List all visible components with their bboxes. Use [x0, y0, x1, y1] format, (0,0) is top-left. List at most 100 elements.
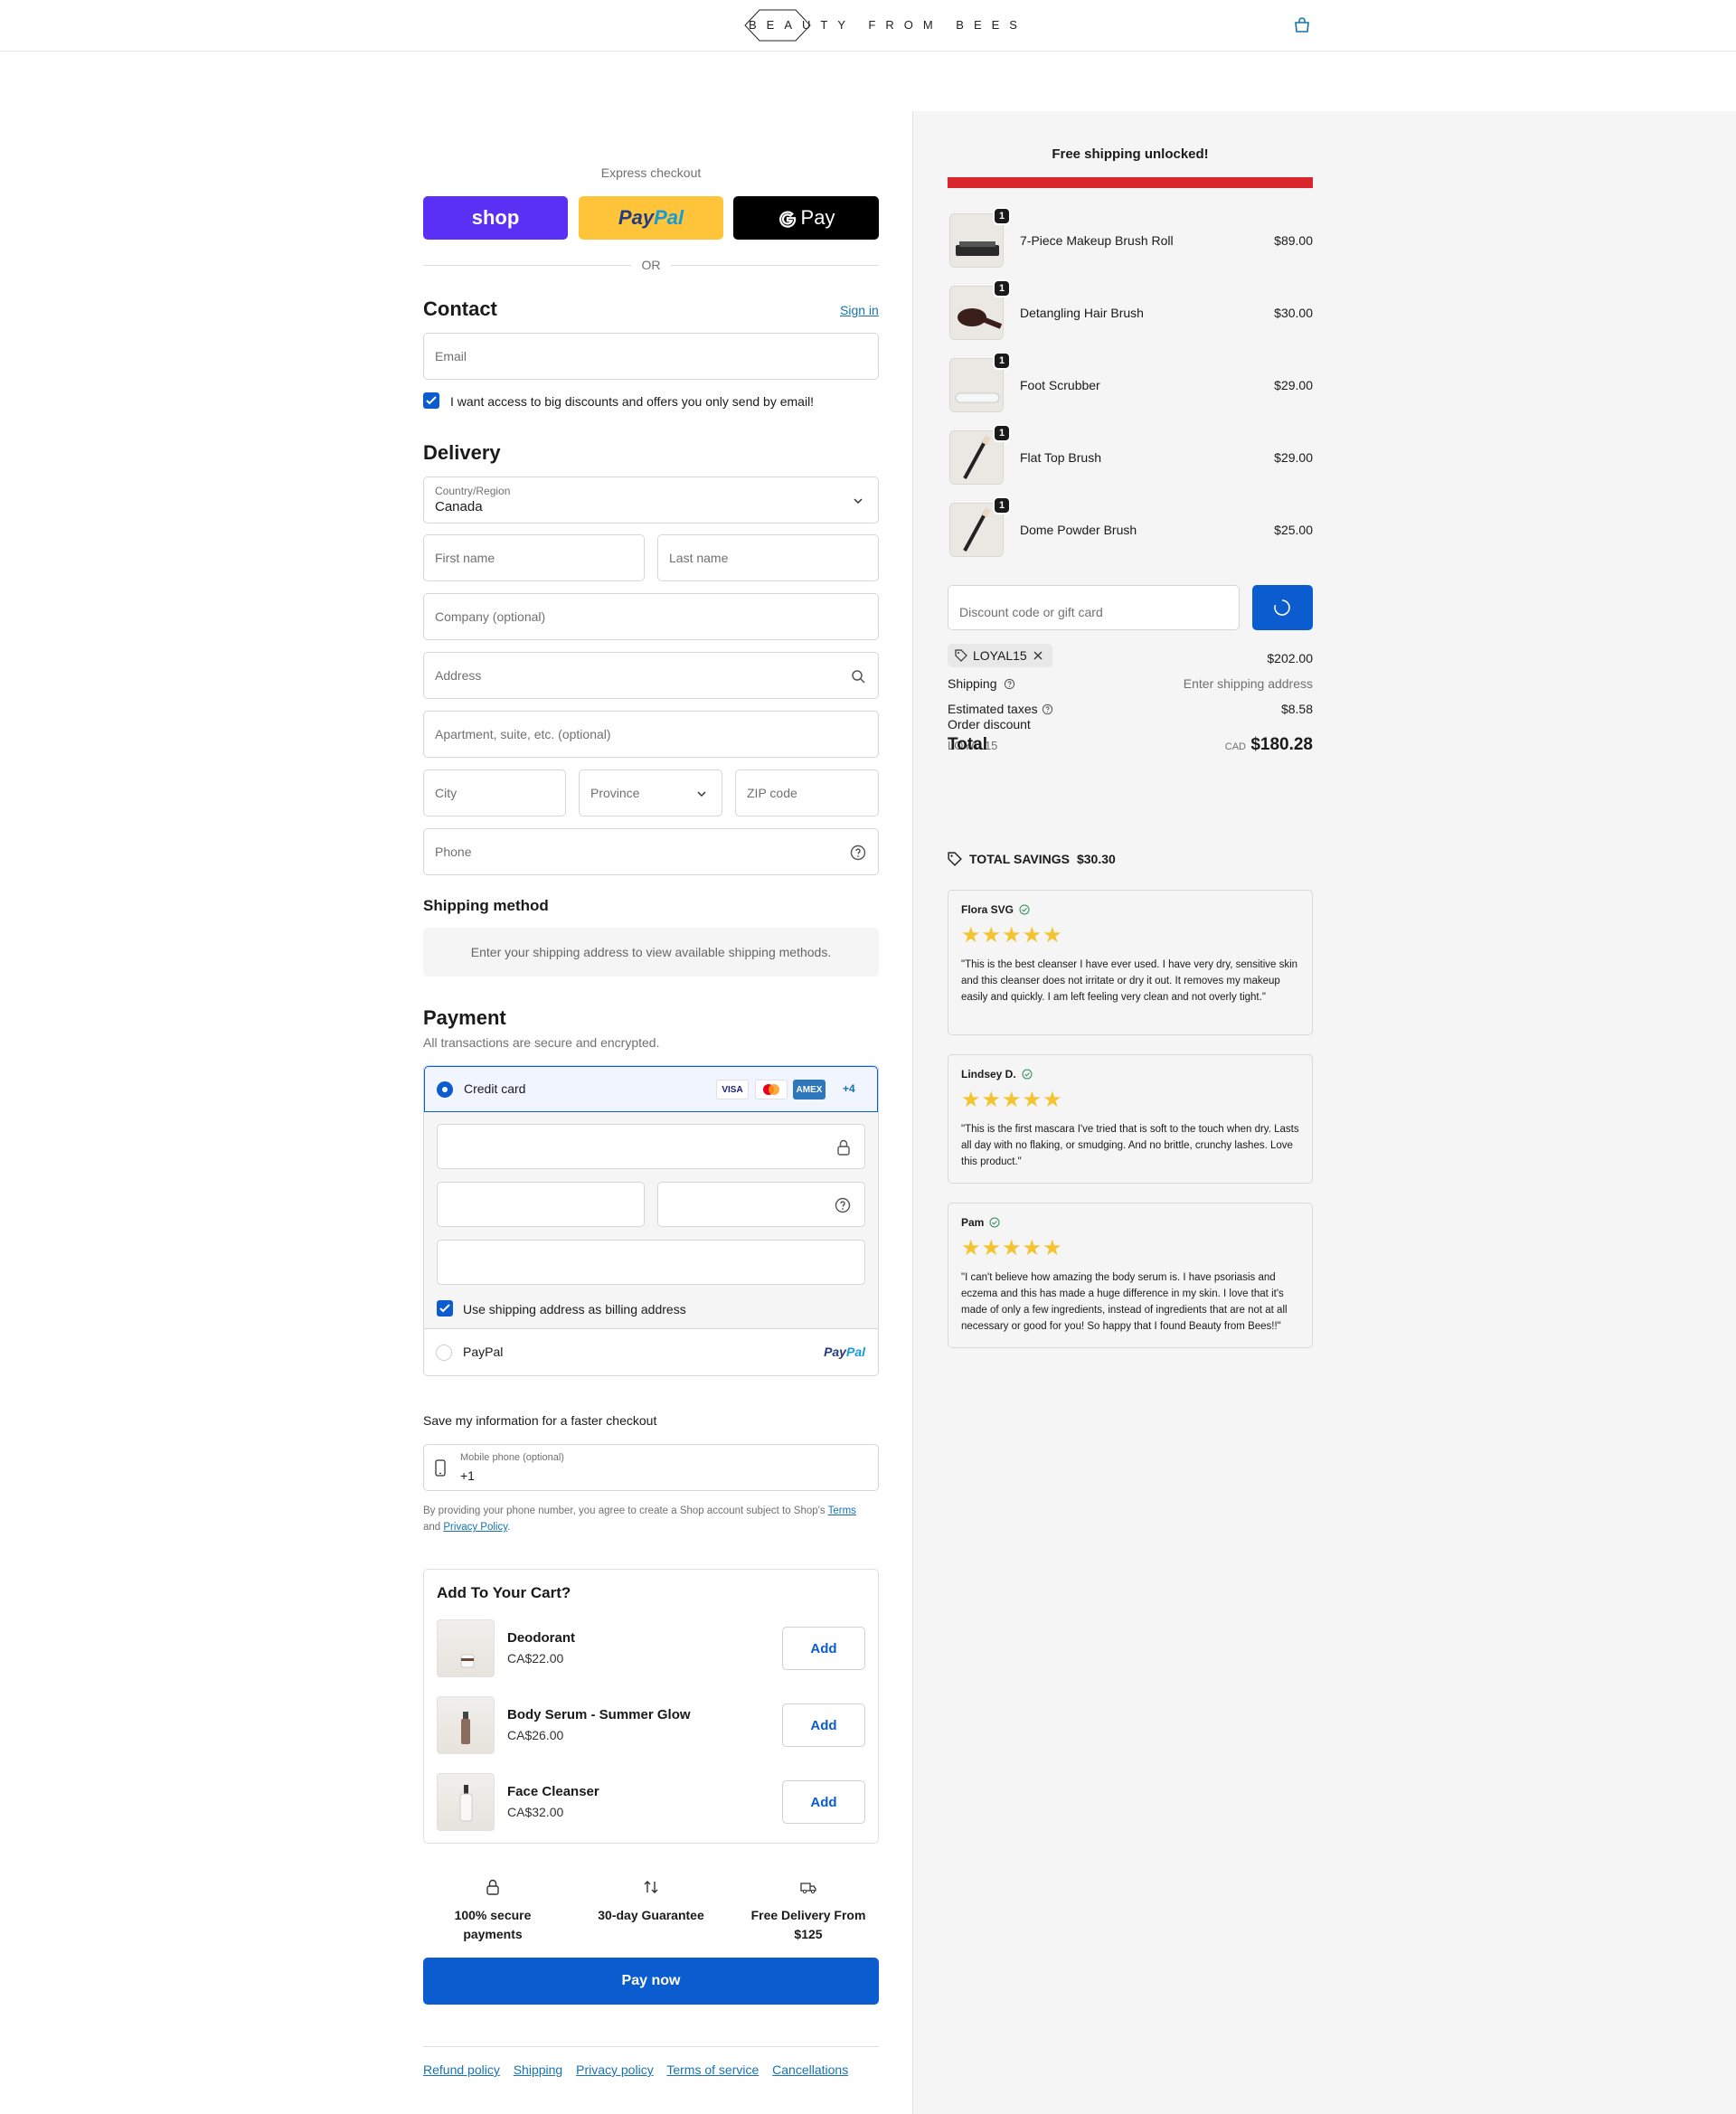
country-select[interactable]: Country/Region Canada	[423, 477, 879, 524]
store-logo[interactable]: BEAUTY FROM BEES	[741, 8, 1017, 42]
verified-check-icon	[989, 1217, 1000, 1228]
credit-card-radio[interactable]	[437, 1081, 453, 1098]
refund-policy-link[interactable]: Refund policy	[423, 2062, 500, 2077]
help-icon[interactable]	[849, 844, 867, 862]
cancellations-link[interactable]: Cancellations	[772, 2062, 848, 2077]
privacy-policy-footer-link[interactable]: Privacy policy	[576, 2062, 654, 2077]
header: BEAUTY FROM BEES	[0, 0, 1736, 52]
terms-of-service-link[interactable]: Terms of service	[666, 2062, 759, 2077]
upsell-item-price: CA$32.00	[507, 1805, 564, 1819]
contact-heading: Contact	[423, 297, 497, 320]
order-discount-row: Order discount	[948, 717, 1313, 731]
paypal-label-2: Pal	[654, 206, 684, 229]
country-value: Canada	[435, 499, 483, 514]
privacy-policy-link[interactable]: Privacy Policy	[443, 1522, 507, 1533]
pay-now-button[interactable]: Pay now	[423, 1958, 879, 2005]
quantity-badge: 1	[993, 496, 1011, 514]
line-item-price: $29.00	[1274, 450, 1313, 465]
credit-card-form: Use shipping address as billing address	[424, 1112, 878, 1329]
mobile-phone-field[interactable]: Mobile phone (optional) +1	[423, 1444, 879, 1491]
shipping-method-heading: Shipping method	[423, 897, 549, 914]
newsletter-label: I want access to big discounts and offer…	[450, 394, 815, 409]
help-icon[interactable]	[834, 1196, 852, 1214]
mobile-phone-value: +1	[460, 1468, 475, 1483]
review-card: Lindsey D. ★★★★★ "This is the first masc…	[948, 1054, 1313, 1184]
add-body-serum-button[interactable]: Add	[782, 1703, 865, 1747]
taxes-row: Estimated taxes $8.58	[948, 702, 1313, 716]
discount-code-field[interactable]: Discount code or gift card	[948, 585, 1240, 630]
phone-field[interactable]: Phone	[423, 828, 879, 875]
credit-card-option[interactable]: Credit card VISA AMEX +4	[424, 1066, 878, 1112]
expiration-field[interactable]	[437, 1182, 645, 1227]
add-face-cleanser-button[interactable]: Add	[782, 1780, 865, 1824]
card-number-field[interactable]	[437, 1124, 865, 1169]
apply-discount-button[interactable]	[1252, 585, 1313, 630]
help-icon[interactable]	[1004, 678, 1015, 690]
province-select[interactable]: Province	[579, 769, 722, 816]
zip-field[interactable]: ZIP code	[735, 769, 879, 816]
help-icon[interactable]	[1042, 703, 1053, 715]
line-item-name: Foot Scrubber	[1020, 378, 1100, 392]
close-icon[interactable]	[1033, 650, 1043, 661]
payment-subtitle: All transactions are secure and encrypte…	[423, 1035, 660, 1050]
address-field[interactable]: Address	[423, 652, 879, 699]
free-delivery-badge: Free Delivery From $125	[732, 1878, 884, 1944]
zip-placeholder: ZIP code	[747, 786, 797, 800]
sign-in-link[interactable]: Sign in	[840, 303, 879, 317]
subtotal-value: $202.00	[1267, 651, 1313, 665]
upsell-item: Face Cleanser CA$32.00 Add	[437, 1773, 865, 1833]
apartment-field[interactable]: Apartment, suite, etc. (optional)	[423, 711, 879, 758]
rating-stars: ★★★★★	[961, 923, 1063, 948]
save-info-heading: Save my information for a faster checkou…	[423, 1413, 657, 1428]
paypal-radio[interactable]	[436, 1345, 452, 1361]
email-field[interactable]: Email	[423, 333, 879, 380]
city-field[interactable]: City	[423, 769, 566, 816]
logo-text: BEAUTY FROM BEES	[749, 18, 1027, 32]
company-field[interactable]: Company (optional)	[423, 593, 879, 640]
bag-icon[interactable]	[1293, 17, 1311, 33]
add-deodorant-button[interactable]: Add	[782, 1627, 865, 1670]
upsell-item: Body Serum - Summer Glow CA$26.00 Add	[437, 1696, 865, 1756]
lock-icon	[837, 1139, 850, 1156]
first-name-field[interactable]: First name	[423, 534, 645, 581]
check-icon	[439, 1304, 450, 1313]
rating-stars: ★★★★★	[961, 1088, 1063, 1112]
mobile-phone-label: Mobile phone (optional)	[460, 1452, 564, 1463]
security-code-field[interactable]	[657, 1182, 865, 1227]
shop-pay-button[interactable]: shop	[423, 196, 568, 240]
tag-icon	[955, 649, 967, 662]
discount-placeholder: Discount code or gift card	[959, 605, 1103, 619]
reviewer-name: Flora SVG	[961, 903, 1030, 916]
name-on-card-field[interactable]	[437, 1240, 865, 1285]
visa-icon: VISA	[716, 1080, 749, 1099]
line-item: 1 7-Piece Makeup Brush Roll $89.00	[948, 207, 1313, 271]
truck-icon	[800, 1883, 816, 1894]
paypal-option-label: PayPal	[463, 1345, 504, 1359]
paypal-express-button[interactable]: Pay Pal	[579, 196, 723, 240]
paypal-option[interactable]: PayPal PayPal	[424, 1330, 878, 1375]
upsell-item: Deodorant CA$22.00 Add	[437, 1619, 865, 1679]
billing-address-checkbox[interactable]	[437, 1300, 453, 1317]
province-placeholder: Province	[590, 786, 640, 800]
check-icon	[426, 396, 437, 405]
shipping-row: Shipping Enter shipping address	[948, 676, 1313, 691]
savings-value: $30.30	[1076, 852, 1116, 866]
mobile-phone-icon	[435, 1459, 446, 1477]
terms-link[interactable]: Terms	[828, 1505, 856, 1516]
country-label: Country/Region	[435, 485, 511, 497]
upsell-item-price: CA$22.00	[507, 1651, 564, 1666]
newsletter-checkbox[interactable]	[423, 392, 439, 409]
order-discount-label: Order discount	[948, 717, 1031, 731]
delivery-heading: Delivery	[423, 441, 501, 464]
google-g-icon	[778, 211, 796, 228]
google-pay-button[interactable]: Pay	[733, 196, 879, 240]
line-item-name: Detangling Hair Brush	[1020, 306, 1144, 320]
line-item-price: $29.00	[1274, 378, 1313, 392]
last-name-placeholder: Last name	[669, 551, 729, 565]
body-serum-image	[437, 1696, 495, 1754]
total-savings: TOTAL SAVINGS $30.30	[948, 852, 1116, 866]
quantity-badge: 1	[993, 352, 1011, 370]
shipping-policy-link[interactable]: Shipping	[514, 2062, 563, 2077]
line-item: 1 Detangling Hair Brush $30.00	[948, 279, 1313, 344]
last-name-field[interactable]: Last name	[657, 534, 879, 581]
